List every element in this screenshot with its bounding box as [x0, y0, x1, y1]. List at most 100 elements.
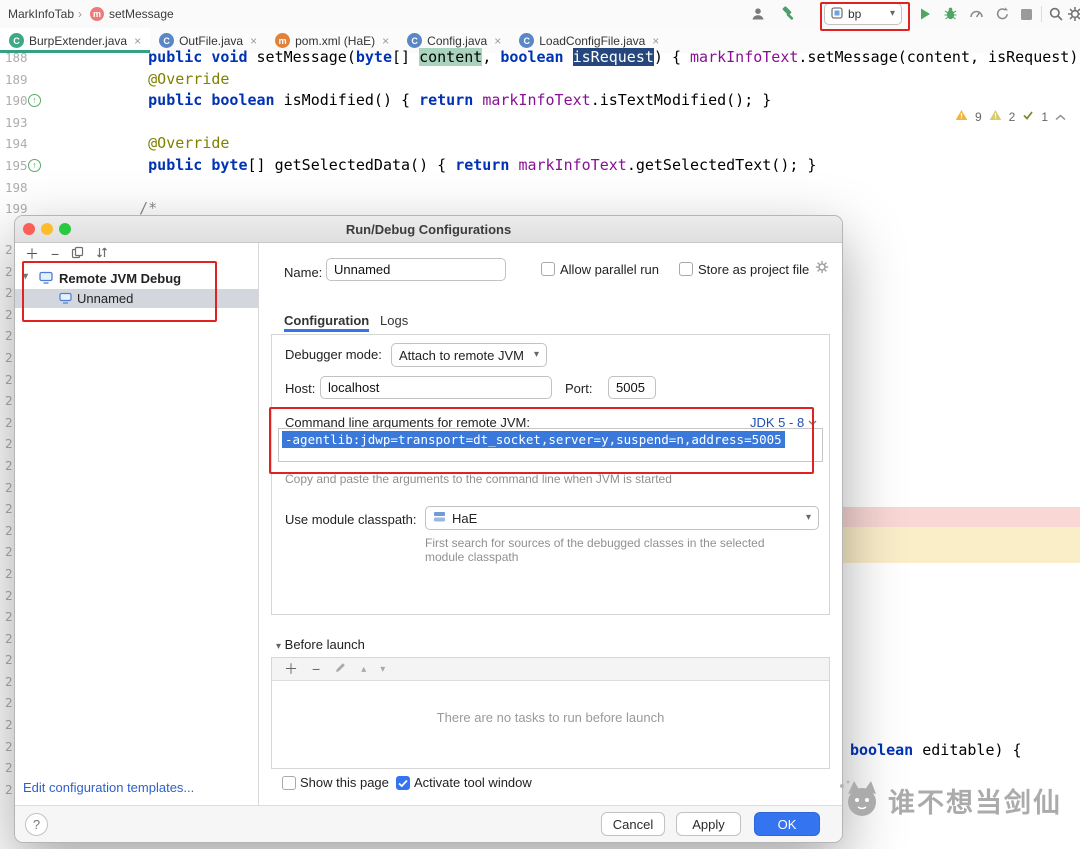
inspections-widget[interactable]: 9 2 1 [955, 109, 1066, 124]
apply-button[interactable]: Apply [676, 812, 741, 836]
watermark: 谁不想当剑仙 [836, 778, 1062, 823]
settings-gear-icon[interactable] [1067, 6, 1080, 22]
line-number: 193 [5, 114, 28, 130]
store-options-gear-icon[interactable] [815, 260, 829, 279]
move-down-icon[interactable]: ▾ [380, 664, 385, 675]
tab-logs[interactable]: Logs [380, 308, 408, 332]
chevron-down-icon: ▾ [276, 641, 282, 652]
tab-label: BurpExtender.java [29, 33, 128, 48]
stop-button[interactable] [1020, 8, 1036, 24]
breadcrumb-separator: › [78, 7, 82, 21]
rerun-icon[interactable] [995, 6, 1011, 22]
toolbar-divider [1041, 6, 1042, 22]
sort-configurations-icon[interactable] [96, 246, 108, 262]
watermark-cat-logo [836, 778, 882, 823]
line-number-clipped: 2 [5, 306, 13, 322]
code-text: public byte[] getSelectedData() { return… [148, 155, 817, 174]
remove-configuration-button[interactable]: − [51, 246, 59, 262]
dialog-title-bar[interactable]: Run/Debug Configurations [15, 216, 842, 243]
user-icon[interactable] [750, 6, 766, 22]
search-icon[interactable] [1048, 6, 1064, 22]
chevron-down-icon: ▾ [805, 512, 811, 523]
allow-parallel-run-label: Allow parallel run [560, 262, 659, 277]
main-toolbar: MarkInfoTab › m setMessage bp ▾ [0, 0, 1080, 29]
overriding-method-icon[interactable]: ↑ [28, 158, 41, 172]
overriding-method-icon[interactable]: ↑ [28, 94, 41, 108]
code-text: @Override [148, 134, 230, 153]
profiler-icon[interactable] [969, 6, 985, 22]
tab-configuration[interactable]: Configuration [284, 308, 369, 332]
editor-highlight-band-pink [843, 507, 1080, 527]
debug-button[interactable] [943, 6, 959, 22]
close-window-button[interactable] [23, 223, 35, 235]
dialog-footer: ? Cancel Apply OK [15, 805, 842, 842]
line-number: 189 [5, 71, 28, 87]
dialog-title: Run/Debug Configurations [345, 221, 512, 237]
tab-label: Config.java [427, 33, 488, 48]
line-number-clipped: 2 [5, 652, 13, 668]
before-launch-toolbar: ＋ − ▴ ▾ [272, 658, 829, 681]
line-number-clipped: 2 [5, 522, 13, 538]
edit-configuration-templates-link[interactable]: Edit configuration templates... [23, 780, 194, 795]
zoom-window-button[interactable] [59, 223, 71, 235]
line-number-clipped: 2 [5, 414, 13, 430]
cmd-args-help-text: Copy and paste the arguments to the comm… [285, 472, 672, 486]
module-classpath-combo[interactable]: HaE ▾ [425, 506, 819, 530]
debugger-mode-value: Attach to remote JVM [399, 347, 524, 363]
show-this-page-checkbox[interactable] [282, 776, 296, 790]
chevron-up-icon[interactable] [1055, 110, 1066, 124]
close-icon[interactable]: × [134, 34, 141, 48]
line-number-clipped: 2 [5, 263, 13, 279]
minimize-window-button[interactable] [41, 223, 53, 235]
classpath-label: Use module classpath: [285, 512, 417, 527]
passed-count: 1 [1041, 109, 1048, 124]
editor-highlight-band-yellow [843, 527, 1080, 563]
run-button[interactable] [918, 7, 934, 23]
activate-tool-window-checkbox[interactable] [396, 776, 410, 790]
before-launch-header[interactable]: ▾ Before launch [276, 637, 365, 652]
store-as-project-file-checkbox[interactable] [679, 262, 693, 276]
show-this-page-label: Show this page [300, 775, 389, 790]
name-input[interactable] [326, 258, 506, 281]
watermark-text: 谁不想当剑仙 [888, 788, 1062, 818]
debugger-mode-combo[interactable]: Attach to remote JVM ▾ [391, 343, 547, 367]
configurations-tree-panel: ＋ − ▾ Remote JVM Debug Unnamed [15, 243, 259, 806]
gutter-line-numbers-clipped: 2 2 2 2 2 2 2 2 2 2 2 2 2 2 2 2 2 2 2 2 2 2 2 2 2 2 [5, 242, 13, 803]
cancel-button[interactable]: Cancel [601, 812, 665, 836]
host-input[interactable] [320, 376, 552, 399]
close-icon[interactable]: × [494, 34, 501, 48]
line-number-clipped: 2 [5, 565, 13, 581]
code-line: 193 [0, 112, 1080, 134]
move-up-icon[interactable]: ▴ [361, 664, 366, 675]
port-input[interactable] [608, 376, 656, 399]
tab-label: LoadConfigFile.java [539, 33, 646, 48]
close-icon[interactable]: × [250, 34, 257, 48]
remove-task-button[interactable]: − [312, 661, 320, 677]
breadcrumb-method[interactable]: setMessage [109, 7, 174, 21]
line-number: 195 [5, 157, 28, 173]
line-number-clipped: 2 [5, 717, 13, 733]
debugger-mode-label: Debugger mode: [285, 347, 382, 362]
annotation-box-cmd-args [269, 407, 814, 474]
copy-configuration-icon[interactable] [71, 246, 84, 262]
line-number-clipped: 2 [5, 673, 13, 689]
allow-parallel-run-checkbox[interactable] [541, 262, 555, 276]
line-number-clipped: 2 [5, 760, 13, 776]
line-number: 190 [5, 93, 28, 109]
breadcrumb-root[interactable]: MarkInfoTab [8, 7, 74, 21]
build-hammer-icon[interactable] [781, 6, 797, 22]
edit-task-pencil-icon[interactable] [334, 661, 347, 677]
close-icon[interactable]: × [382, 34, 389, 48]
close-icon[interactable]: × [652, 34, 659, 48]
warning-count: 9 [974, 109, 982, 124]
line-number-clipped: 2 [5, 436, 13, 452]
tab-label: OutFile.java [179, 33, 244, 48]
ok-button[interactable]: OK [754, 812, 820, 836]
help-button[interactable]: ? [25, 813, 48, 836]
name-label: Name: [284, 265, 323, 280]
code-lines: 188 public void setMessage(byte[] conten… [0, 47, 1080, 220]
code-line: 190 ↑ public boolean isModified() { retur… [0, 90, 1080, 112]
add-task-button[interactable]: ＋ [284, 659, 298, 679]
method-icon: m [90, 7, 104, 21]
code-text: public boolean isModified() { return mar… [148, 91, 772, 110]
